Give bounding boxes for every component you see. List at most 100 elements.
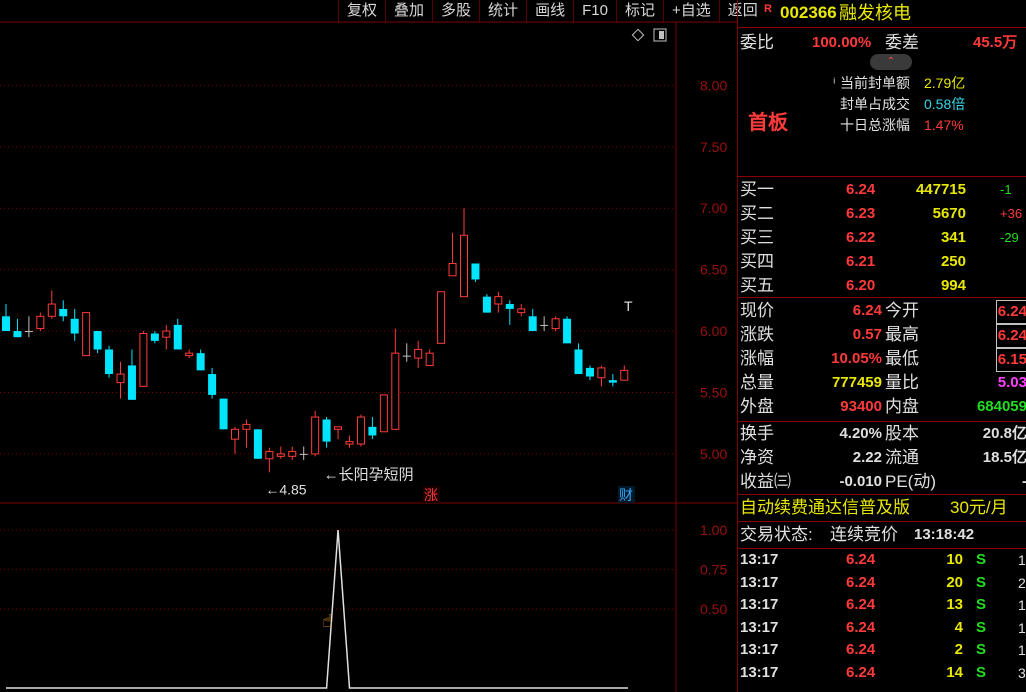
stat-value: 5.03 bbox=[997, 374, 1026, 391]
bid-price: 6.24 bbox=[846, 181, 876, 198]
tick-count: 1 bbox=[1018, 597, 1026, 613]
stat-value: 18.5亿 bbox=[982, 449, 1026, 466]
candle-body bbox=[139, 333, 148, 387]
t-marker: T bbox=[624, 298, 633, 314]
indicator-tick-label: 0.50 bbox=[700, 601, 727, 617]
diamond-icon bbox=[631, 28, 645, 42]
tick-volume: 13 bbox=[946, 596, 963, 613]
candle-body bbox=[208, 374, 217, 395]
weicha-value: 45.5万 bbox=[973, 34, 1018, 51]
status-value: 连续竞价 bbox=[830, 525, 898, 544]
promo-price[interactable]: 30元/月 bbox=[950, 497, 1008, 519]
candle-body bbox=[494, 296, 503, 305]
window-icon-inner bbox=[659, 31, 664, 39]
candle-body bbox=[402, 355, 411, 357]
stat-value: 4.20% bbox=[839, 425, 882, 442]
tick-price: 6.24 bbox=[846, 641, 876, 658]
stat-label: 涨跌 bbox=[740, 325, 774, 344]
bid-label: 买三 bbox=[740, 228, 774, 247]
first-board-badge: 首板 bbox=[748, 112, 788, 134]
candle-body bbox=[93, 331, 102, 350]
bid-price: 6.22 bbox=[846, 229, 876, 246]
collapse-toggle-icon[interactable]: ⌃ bbox=[870, 54, 912, 70]
candle-body bbox=[551, 318, 560, 330]
tick-volume: 4 bbox=[954, 618, 963, 636]
tick-price: 6.24 bbox=[846, 551, 876, 568]
toolbar-button-4[interactable]: 画线 bbox=[526, 0, 573, 22]
kline-chart[interactable]: 8.00 7.50 7.00 6.50 6.00 5.50 5.00 1.00 0.75 0.50… bbox=[0, 0, 737, 692]
stat-value: 6.24 bbox=[995, 300, 1026, 324]
stat-value: 20.8亿 bbox=[982, 425, 1026, 442]
ten-day-label: 十日总涨幅 bbox=[840, 117, 910, 133]
toolbar-button-5[interactable]: F10 bbox=[573, 0, 616, 22]
stat-label: 净资 bbox=[740, 448, 774, 467]
candle-body bbox=[448, 263, 457, 277]
candle-body bbox=[185, 352, 194, 357]
tick-price: 6.24 bbox=[846, 596, 876, 613]
candle-body bbox=[219, 398, 228, 430]
tick-count: 1 bbox=[1018, 619, 1026, 636]
tick-price: 6.24 bbox=[846, 618, 876, 636]
price-tick-label: 6.00 bbox=[700, 323, 727, 339]
stat-value: 777459 bbox=[831, 374, 882, 391]
kline-chart-area[interactable]: 8.00 7.50 7.00 6.50 6.00 5.50 5.00 1.00 0.75 0.50… bbox=[0, 0, 758, 692]
tick-side: S bbox=[976, 596, 987, 613]
toolbar-button-2[interactable]: 多股 bbox=[432, 0, 479, 22]
bid-volume: 341 bbox=[940, 229, 966, 246]
bid-volume: 5670 bbox=[932, 205, 966, 222]
tick-side: S bbox=[976, 618, 987, 636]
tick-time: 13:17 bbox=[740, 663, 779, 681]
stat-value: 93400 bbox=[840, 398, 882, 415]
stat-value: - bbox=[1022, 471, 1026, 493]
toolbar-button-3[interactable]: 统计 bbox=[479, 0, 526, 22]
stat-label: 今开 bbox=[885, 301, 919, 320]
seal-ratio-label: 封单占成交 bbox=[840, 96, 910, 112]
zhang-badge: 涨 bbox=[424, 488, 438, 504]
tick-price: 6.24 bbox=[846, 573, 876, 591]
stat-label: 收益㈢ bbox=[740, 472, 791, 491]
candle-body bbox=[82, 312, 91, 357]
bid-change: -29 bbox=[1000, 230, 1019, 245]
tick-count: 1 bbox=[1018, 552, 1026, 568]
pattern-annotation: ←长阳孕短阴 bbox=[324, 466, 414, 483]
stat-value: 684059 bbox=[976, 398, 1026, 415]
stat-label: 外盘 bbox=[740, 397, 774, 416]
stat-label: 内盘 bbox=[885, 397, 919, 416]
candle-body bbox=[356, 416, 365, 445]
bid-volume: 994 bbox=[940, 277, 966, 294]
candle-body bbox=[127, 365, 136, 400]
bid-label: 买四 bbox=[740, 252, 774, 271]
toolbar-button-1[interactable]: 叠加 bbox=[385, 0, 432, 22]
candle-body bbox=[597, 367, 606, 379]
bid-label: 买五 bbox=[740, 276, 774, 295]
stat-label: 现价 bbox=[740, 301, 774, 320]
indicator-tick-label: 1.00 bbox=[700, 522, 727, 538]
tick-volume: 14 bbox=[946, 663, 963, 681]
candle-body bbox=[379, 394, 388, 433]
tick-count: 2 bbox=[1018, 574, 1026, 591]
candle-body bbox=[47, 303, 56, 317]
toolbar-button-6[interactable]: 标记 bbox=[615, 0, 663, 22]
price-tick-label: 5.50 bbox=[700, 384, 727, 400]
candle-body bbox=[437, 291, 446, 344]
candle-body bbox=[334, 426, 343, 430]
candle-body bbox=[391, 352, 400, 430]
candle-body bbox=[482, 296, 491, 313]
tick-time: 13:17 bbox=[740, 551, 779, 568]
weibi-label: 委比 bbox=[740, 33, 774, 52]
toolbar-button-7[interactable]: +自选 bbox=[662, 0, 719, 22]
rong-flag: R bbox=[764, 3, 772, 15]
stat-label: 最低 bbox=[885, 349, 919, 368]
tick-volume: 10 bbox=[946, 551, 963, 568]
promo-text[interactable]: 自动续费通达信普及版 bbox=[740, 497, 910, 519]
price-tick-label: 7.00 bbox=[700, 200, 727, 216]
stat-label: 量比 bbox=[885, 373, 919, 392]
candle-body bbox=[59, 308, 68, 317]
low-price-annotation: ←4.85 bbox=[265, 481, 306, 497]
tick-time: 13:17 bbox=[740, 618, 779, 636]
tick-time: 13:17 bbox=[740, 596, 779, 613]
candle-body bbox=[574, 349, 583, 375]
toolbar-button-0[interactable]: 复权 bbox=[338, 0, 385, 22]
stat-label: 涨幅 bbox=[740, 349, 774, 368]
stat-label: 总量 bbox=[740, 373, 774, 392]
